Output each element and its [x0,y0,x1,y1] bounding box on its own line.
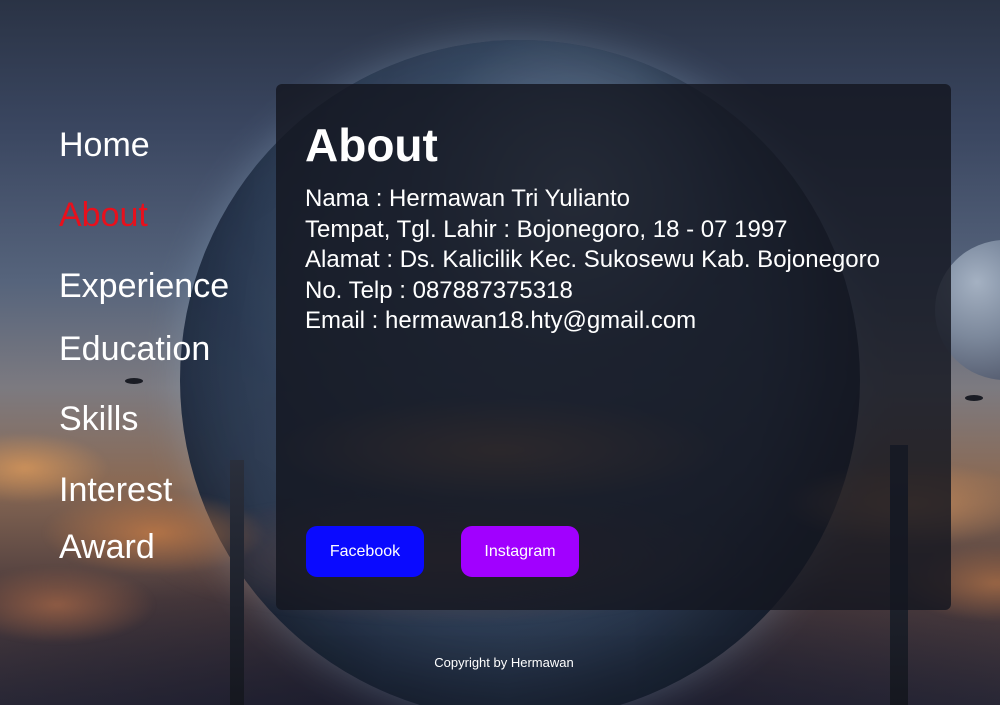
info-phone: No. Telp : 087887375318 [305,276,573,304]
facebook-button[interactable]: Facebook [306,526,424,577]
info-birth: Tempat, Tgl. Lahir : Bojonegoro, 18 - 07… [305,215,788,243]
nav-item-award[interactable]: Award [59,530,155,564]
nav-item-interest[interactable]: Interest [59,473,172,507]
ship-graphic [965,395,983,401]
nav-item-about[interactable]: About [59,198,148,232]
info-email: Email : hermawan18.hty@gmail.com [305,307,697,335]
personal-info: Nama : Hermawan Tri Yulianto Tempat, Tgl… [305,184,880,337]
footer-copyright: Copyright by Hermawan [434,655,574,670]
info-name: Nama : Hermawan Tri Yulianto [305,185,631,212]
instagram-button[interactable]: Instagram [461,526,579,577]
nav-item-home[interactable]: Home [59,128,150,162]
about-panel: About Nama : Hermawan Tri Yulianto Tempa… [276,84,951,610]
nav-item-experience[interactable]: Experience [59,269,229,303]
info-address: Alamat : Ds. Kalicilik Kec. Sukosewu Kab… [305,246,880,274]
ship-graphic [125,378,143,384]
nav-item-skills[interactable]: Skills [59,402,138,436]
nav-item-education[interactable]: Education [59,332,210,366]
page-title: About [305,119,438,171]
